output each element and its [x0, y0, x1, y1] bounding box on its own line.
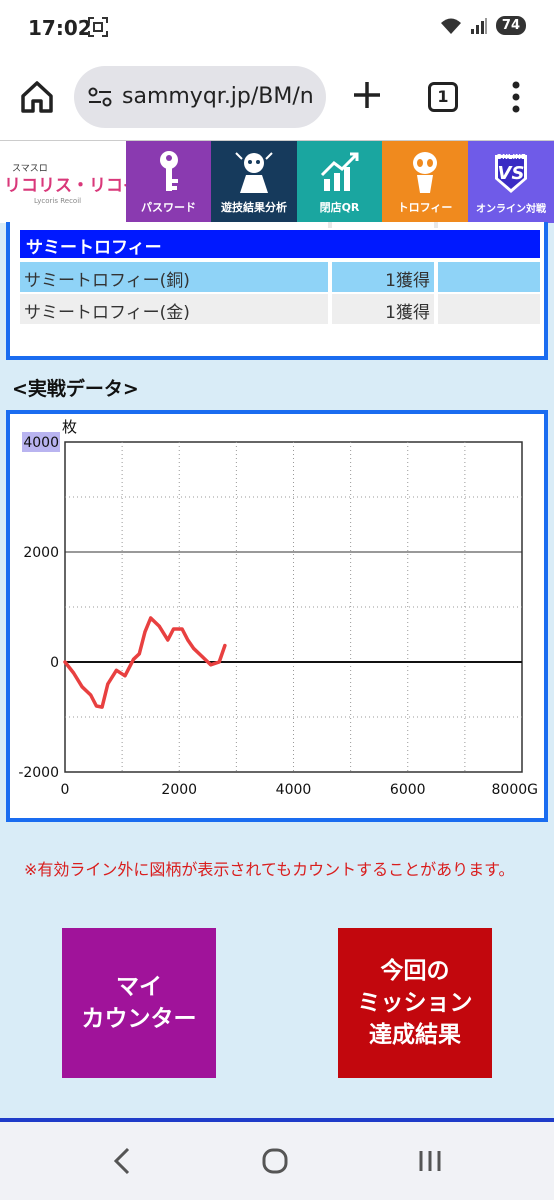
- status-bar: 17:02 74: [0, 0, 554, 56]
- trophy-name: サミートロフィー(銅): [20, 262, 328, 292]
- nav-trophy[interactable]: トロフィー: [382, 141, 468, 223]
- trophy-count: 1獲得: [332, 262, 434, 292]
- mission-result-button[interactable]: 今回の ミッション 達成結果: [338, 928, 492, 1078]
- address-bar[interactable]: sammyqr.jp/BM/n: [74, 66, 326, 128]
- trophy-header: サミートロフィー: [20, 230, 540, 258]
- table-stub: [18, 222, 536, 228]
- data-point: [89, 693, 93, 697]
- nav-label: オンライン対戦: [476, 204, 546, 215]
- disclaimer-note: ※有効ライン外に図柄が表示されてもカウントすることがあります。: [24, 860, 515, 879]
- vs-badge-text: VS: [497, 163, 525, 184]
- battery-icon: 74: [495, 16, 526, 35]
- table-row: サミートロフィー(銅) 1獲得: [20, 262, 540, 292]
- trophy-name: サミートロフィー(金): [20, 294, 328, 324]
- trophy-count: 1獲得: [332, 294, 434, 324]
- character-icon: [235, 152, 273, 193]
- y-tick-label: 2000: [23, 545, 59, 561]
- signal-icon: [470, 17, 487, 34]
- status-time: 17:02: [28, 16, 92, 40]
- data-point: [137, 652, 141, 656]
- data-point: [217, 660, 221, 664]
- trophy-panel: サミートロフィー サミートロフィー(銅) 1獲得 サミートロフィー(金) 1獲得: [6, 222, 548, 360]
- nav-closing-qr[interactable]: 閉店QR: [297, 141, 382, 223]
- trophy-extra: [438, 262, 540, 292]
- alien-icon: [413, 152, 437, 193]
- data-point: [172, 627, 176, 631]
- site-nav: スマスロ リコリス・リコイル Lycoris Recoil パスワード 遊技結果…: [0, 140, 554, 223]
- back-icon[interactable]: [110, 1146, 134, 1176]
- vs-badge-top: ONLINE: [496, 153, 526, 161]
- data-point: [106, 682, 110, 686]
- data-point: [166, 638, 170, 642]
- nav-play-analysis[interactable]: 遊技結果分析: [211, 141, 297, 223]
- nav-label: 閉店QR: [319, 201, 360, 214]
- site-settings-icon[interactable]: [88, 86, 112, 108]
- my-counter-button[interactable]: マイ カウンター: [62, 928, 216, 1078]
- nav-label: 遊技結果分析: [221, 201, 287, 214]
- x-tick-label: 4000: [276, 782, 312, 798]
- play-data-chart: 枚 4000 2000 0 -2000 0 2000 4000 6000 8000G: [6, 410, 548, 822]
- logo-subtitle: Lycoris Recoil: [34, 197, 82, 205]
- table-row: サミートロフィー(金) 1獲得: [20, 294, 540, 324]
- data-point: [132, 657, 136, 661]
- data-point: [143, 630, 147, 634]
- x-tick-label: 0: [61, 782, 70, 798]
- tab-switcher-button[interactable]: 1: [428, 82, 458, 112]
- nav-online-battle[interactable]: ONLINE VS オンライン対戦: [468, 141, 554, 223]
- data-point: [123, 674, 127, 678]
- data-point: [180, 627, 184, 631]
- site-logo[interactable]: スマスロ リコリス・リコイル Lycoris Recoil: [0, 141, 157, 223]
- nav-label: パスワード: [141, 201, 196, 214]
- data-point: [186, 638, 190, 642]
- chart-svg: 枚400020000-20000 2000 4000 6000 8000G: [18, 418, 538, 798]
- home-nav-icon[interactable]: [262, 1148, 288, 1174]
- data-point: [94, 704, 98, 708]
- nav-password[interactable]: パスワード: [126, 141, 211, 223]
- status-icons: 74: [440, 16, 526, 35]
- key-icon: [159, 151, 178, 191]
- y-tick-label: 0: [50, 655, 59, 671]
- nav-label: トロフィー: [397, 201, 453, 214]
- system-nav-bar: [0, 1122, 554, 1200]
- data-point: [223, 644, 227, 647]
- browser-toolbar: sammyqr.jp/BM/n 1: [0, 56, 554, 140]
- recent-apps-icon[interactable]: [416, 1148, 444, 1174]
- data-point: [80, 685, 84, 689]
- data-point: [200, 655, 204, 658]
- x-tick-label: 8000G: [492, 782, 538, 798]
- data-point: [72, 671, 76, 675]
- new-tab-icon[interactable]: [350, 78, 384, 112]
- more-menu-icon[interactable]: [506, 78, 526, 116]
- home-icon[interactable]: [18, 78, 56, 116]
- data-point: [209, 663, 213, 667]
- y-tick-label: -2000: [18, 765, 59, 781]
- data-point: [63, 660, 67, 664]
- y-axis-unit: 枚: [62, 418, 77, 436]
- y-tick-label: 4000: [23, 435, 59, 451]
- wifi-icon: [440, 18, 461, 34]
- x-tick-label: 2000: [161, 782, 197, 798]
- data-point: [100, 705, 104, 709]
- url-text[interactable]: sammyqr.jp/BM/n: [122, 84, 322, 109]
- data-point: [157, 624, 161, 628]
- data-point: [192, 646, 196, 650]
- x-tick-label: 6000: [390, 782, 426, 798]
- growth-chart-icon: [320, 152, 358, 191]
- data-point: [114, 668, 118, 672]
- trophy-extra: [438, 294, 540, 324]
- data-point: [149, 616, 153, 620]
- section-title: <実戦データ>: [12, 378, 139, 400]
- screen-record-icon: [88, 17, 108, 37]
